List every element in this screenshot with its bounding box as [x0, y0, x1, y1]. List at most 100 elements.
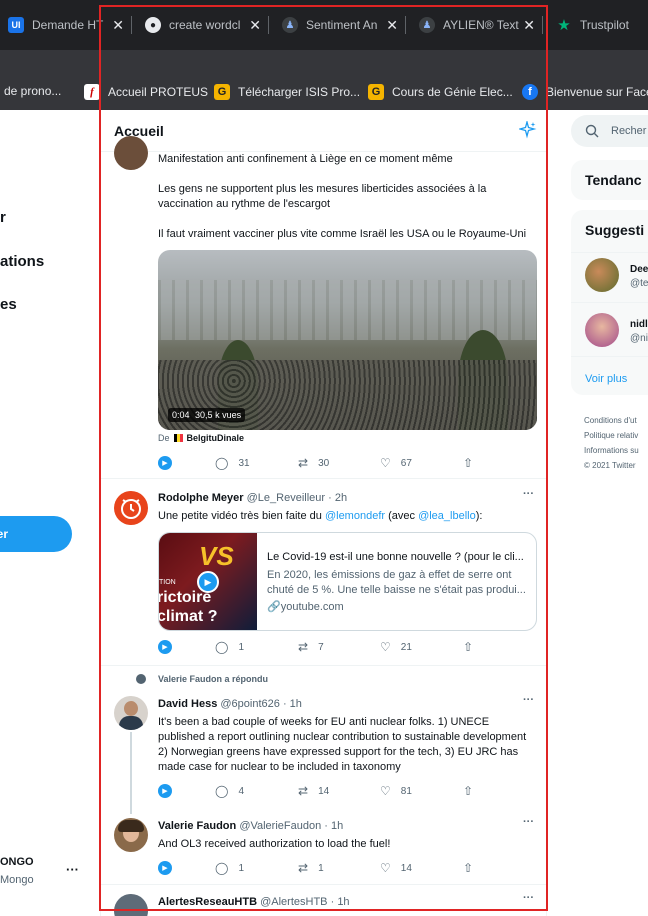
close-icon[interactable]: ✕ [386, 17, 398, 34]
browser-tab[interactable]: UI Demande HT ✕ [0, 8, 130, 42]
suggestion-handle: @te [630, 278, 648, 289]
retweet-button[interactable]: ⇄ 14 [298, 784, 329, 798]
play-icon[interactable]: ▶ [158, 640, 172, 654]
close-icon[interactable]: ✕ [249, 17, 261, 34]
tweet-paragraph: Il faut vraiment vacciner plus vite comm… [158, 228, 527, 240]
g-icon: G [368, 84, 384, 100]
retweet-icon: ⇄ [298, 784, 309, 798]
account-handle: Mongo [0, 874, 34, 886]
tweet-time[interactable]: 1h [290, 698, 302, 710]
avatar[interactable] [114, 818, 148, 852]
retweet-button[interactable]: ⇄ 7 [298, 640, 324, 654]
like-button[interactable]: ♡ 21 [380, 640, 412, 654]
nav-item[interactable]: ations [0, 253, 44, 270]
share-button[interactable]: ⇧ [463, 784, 483, 798]
avatar[interactable] [114, 696, 148, 730]
footer-link[interactable]: Conditions d'ut [584, 413, 639, 428]
reply-button[interactable]: ◯ 1 [215, 640, 244, 654]
source-name[interactable]: BelgituDinale [187, 433, 245, 443]
play-icon[interactable]: ▶ [158, 784, 172, 798]
tweet-time[interactable]: 2h [335, 492, 347, 504]
play-icon[interactable]: ▶ [197, 571, 219, 593]
mention-link[interactable]: @lea_lbello [418, 510, 476, 522]
author-handle[interactable]: @ValerieFaudon [239, 820, 321, 832]
tweet-actions: ▶ ◯ 1 ⇄ 7 ♡ 21 ⇧ [158, 640, 538, 656]
search-input[interactable]: Recher [571, 115, 648, 147]
video-player[interactable]: 0:04 30,5 k vues [158, 250, 537, 430]
author-name[interactable]: Valerie Faudon [158, 820, 236, 832]
like-button[interactable]: ♡ 14 [380, 861, 412, 875]
reply-button[interactable]: ◯ 1 [215, 861, 244, 875]
footer-link[interactable]: Politique relativ [584, 428, 639, 443]
tweet-time[interactable]: 1h [337, 896, 349, 908]
reply-button[interactable]: ◯ 4 [215, 784, 244, 798]
bookmark-item[interactable]: G Cours de Génie Elec... [368, 84, 513, 100]
tab-title: Sentiment An [306, 18, 378, 32]
like-button[interactable]: ♡ 67 [380, 456, 412, 470]
tab-title: Demande HT [32, 18, 104, 32]
bookmark-item[interactable]: f Accueil PROTEUS [84, 84, 208, 100]
play-icon[interactable]: ▶ [158, 861, 172, 875]
author-name[interactable]: Rodolphe Meyer [158, 492, 244, 504]
reply-count: 1 [238, 641, 244, 653]
suggestion-name[interactable]: nidl [630, 319, 648, 330]
share-button[interactable]: ⇧ [463, 640, 483, 654]
suggestion-handle: @ni [630, 333, 648, 344]
aylien-icon: ♟ [282, 17, 298, 33]
avatar[interactable] [585, 258, 619, 292]
retweet-button[interactable]: ⇄ 1 [298, 861, 324, 875]
tweet-header: Rodolphe Meyer @Le_Reveilleur · 2h [158, 492, 348, 504]
like-button[interactable]: ♡ 81 [380, 784, 412, 798]
avatar[interactable] [114, 894, 148, 916]
author-handle[interactable]: @Le_Reveilleur [247, 492, 325, 504]
browser-tab[interactable]: ● create wordcl ✕ [137, 8, 267, 42]
mention-link[interactable]: @lemondefr [325, 510, 385, 522]
bookmark-item[interactable]: G Télécharger ISIS Pro... [214, 84, 360, 100]
close-icon[interactable]: ✕ [112, 17, 124, 34]
more-icon[interactable]: ··· [523, 694, 534, 706]
thumb-text: VS [199, 541, 234, 571]
bookmark-label: de prono... [4, 84, 62, 98]
author-handle[interactable]: @AlertesHTB [260, 896, 327, 908]
footer-link[interactable]: Informations su [584, 443, 639, 458]
browser-tab[interactable]: ♟ AYLIEN® Text ✕ [411, 8, 541, 42]
more-icon[interactable]: ··· [66, 862, 79, 877]
bookmark-item[interactable]: f Bienvenue sur Facel [522, 84, 648, 100]
avatar[interactable] [114, 136, 148, 170]
left-sidebar: r ations es ONGO Mongo ··· [0, 110, 100, 916]
retweet-button[interactable]: ⇄ 30 [298, 456, 329, 470]
author-name[interactable]: AlertesReseauHTB [158, 896, 257, 908]
nav-item[interactable]: es [0, 296, 17, 313]
author-handle[interactable]: @6point626 [220, 698, 280, 710]
facebook-icon: f [522, 84, 538, 100]
play-icon[interactable]: ▶ [158, 456, 172, 470]
reply-count: 31 [238, 457, 250, 469]
tweet-time[interactable]: 1h [331, 820, 343, 832]
see-more-link[interactable]: Voir plus [585, 373, 627, 385]
source-prefix: De [158, 433, 170, 443]
avatar[interactable] [585, 313, 619, 347]
more-icon[interactable]: ··· [523, 488, 534, 500]
reply-button[interactable]: ◯ 31 [215, 456, 250, 470]
share-button[interactable]: ⇧ [463, 861, 483, 875]
globe-icon: ● [145, 17, 161, 33]
tweet-button[interactable]: er [0, 516, 72, 552]
sparkle-icon[interactable] [519, 121, 537, 139]
browser-tab[interactable]: ★ Trustpilot [548, 8, 648, 42]
close-icon[interactable]: ✕ [523, 17, 535, 34]
browser-tab[interactable]: ♟ Sentiment An ✕ [274, 8, 404, 42]
author-name[interactable]: David Hess [158, 698, 217, 710]
bookmark-label: Cours de Génie Elec... [392, 85, 513, 99]
suggestion-name[interactable]: Dee [630, 264, 648, 275]
nav-item[interactable]: r [0, 209, 6, 226]
link-card[interactable]: VS TION rictoire climat ? ▶ Le Covid-19 … [158, 532, 537, 631]
reply-context-text[interactable]: Valerie Faudon a répondu [158, 674, 268, 684]
bookmark-item[interactable]: de prono... [4, 84, 61, 98]
search-placeholder: Recher [611, 125, 647, 137]
heart-icon: ♡ [380, 640, 391, 654]
tweet-actions: ▶ ◯ 31 ⇄ 30 ♡ 67 ⇧ [158, 456, 538, 472]
more-icon[interactable]: ··· [523, 892, 534, 904]
avatar[interactable] [114, 491, 148, 525]
share-button[interactable]: ⇧ [463, 456, 483, 470]
more-icon[interactable]: ··· [523, 816, 534, 828]
